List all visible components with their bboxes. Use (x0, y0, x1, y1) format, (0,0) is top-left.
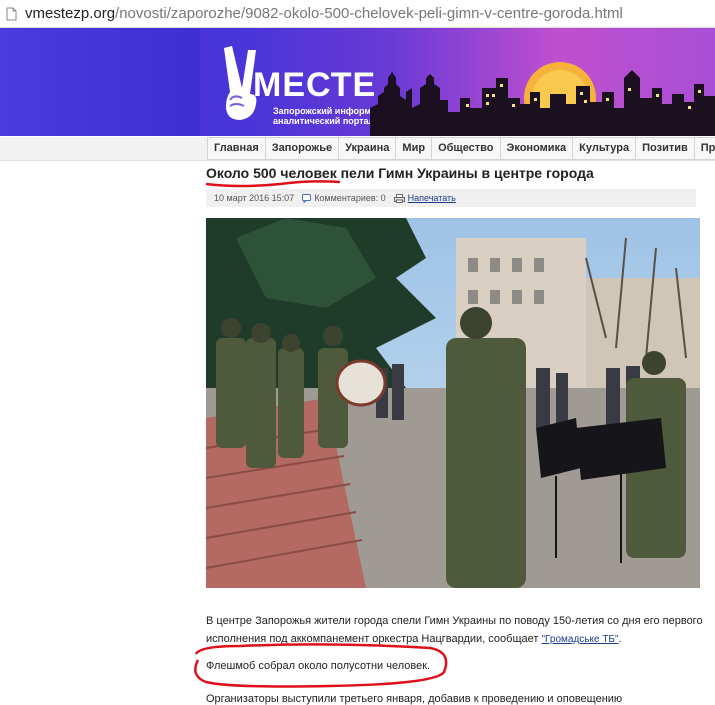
printer-icon (393, 193, 405, 203)
main-navigation: Главная Запорожье Украина Мир Общество Э… (0, 137, 715, 161)
url-host: vmestezp.org (25, 5, 116, 22)
nav-item-ukraine[interactable]: Украина (338, 137, 396, 160)
nav-item-world[interactable]: Мир (395, 137, 432, 160)
nav-item-economy[interactable]: Экономика (499, 137, 573, 160)
comments-count: Комментариев: 0 (314, 193, 386, 203)
article-meta-bar: 10 март 2016 15:07 Комментариев: 0 Напеч… (206, 189, 696, 207)
nav-item-zaporozhe[interactable]: Запорожье (264, 137, 339, 160)
page-icon (6, 7, 17, 20)
paragraph-1-end: . (618, 633, 622, 645)
brand-name: МЕСТЕ (253, 66, 377, 104)
address-bar[interactable]: vmestezp.org/novosti/zaporozhe/9082-okol… (0, 0, 715, 28)
paragraph-1-line-1: В центре Запорожья жители города спели Г… (206, 615, 703, 627)
banner-left-fill (0, 28, 200, 136)
nav-item-more[interactable]: Пр (693, 137, 715, 160)
print-link[interactable]: Напечатать (393, 193, 456, 203)
url-text[interactable]: vmestezp.org/novosti/zaporozhe/9082-okol… (25, 5, 623, 22)
article-paragraph-2: Флешмоб собрал около полусотни человек. (206, 660, 431, 672)
article-title: Около 500 человек пели Гимн Украины в це… (206, 165, 594, 181)
print-label: Напечатать (407, 193, 456, 203)
source-link[interactable]: "Громадське ТБ" (541, 634, 618, 645)
url-path: /novosti/zaporozhe/9082-okolo-500-chelov… (115, 5, 623, 22)
article-date: 10 март 2016 15:07 (214, 193, 295, 203)
comments-link[interactable]: Комментариев: 0 (302, 193, 386, 203)
article-photo (206, 218, 700, 588)
city-skyline-illustration (370, 62, 715, 136)
nav-item-positive[interactable]: Позитив (635, 137, 694, 160)
site-header-banner: МЕСТЕ Запорожский информационно-аналитич… (0, 28, 715, 136)
article-paragraph-1: В центре Запорожья жители города спели Г… (206, 612, 715, 649)
paragraph-1-line-2: исполнения под аккомпанемент оркестра На… (206, 633, 542, 645)
nav-item-home[interactable]: Главная (207, 137, 265, 160)
nav-list: Главная Запорожье Украина Мир Общество Э… (207, 137, 715, 160)
nav-item-society[interactable]: Общество (431, 137, 500, 160)
article-paragraph-3: Организаторы выступили третьего января, … (206, 693, 623, 705)
nav-item-culture[interactable]: Культура (572, 137, 636, 160)
comment-icon (302, 193, 312, 203)
